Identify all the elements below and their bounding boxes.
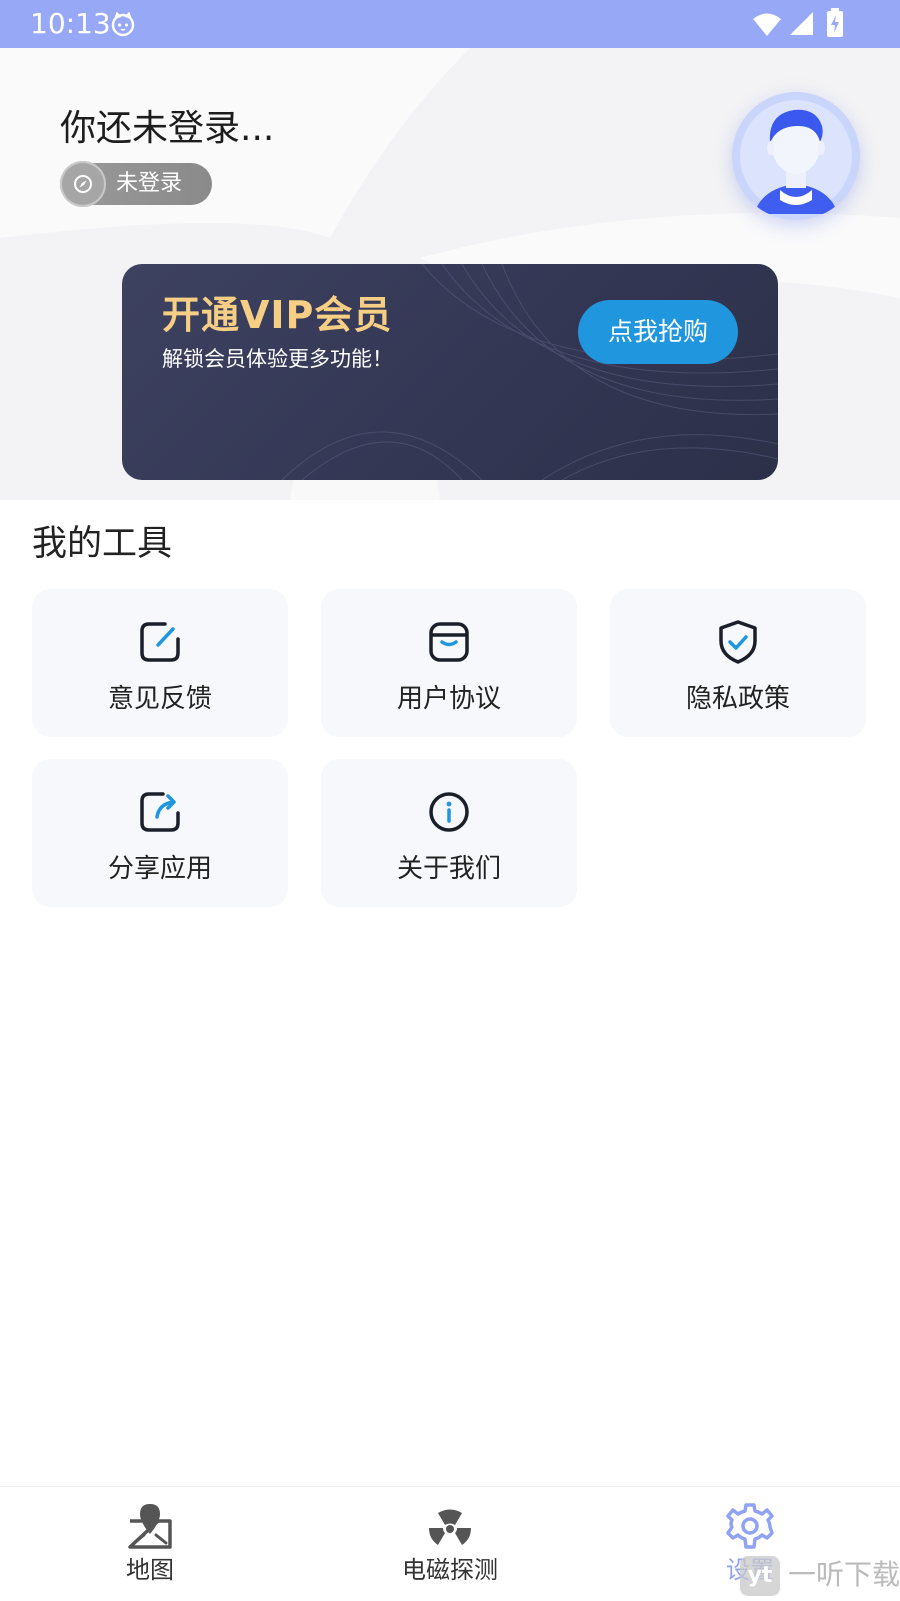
buy-vip-button[interactable]: 点我抢购 <box>578 300 738 364</box>
tool-about-us[interactable]: 关于我们 <box>321 759 577 907</box>
radiation-icon <box>424 1501 476 1553</box>
profile-header: 你还未登录... 未登录 开通VIP会员 解锁会员体验更多功能！ 点我抢购 <box>0 48 900 500</box>
tool-user-agreement[interactable]: 用户协议 <box>321 589 577 737</box>
vip-subtitle: 解锁会员体验更多功能！ <box>162 347 393 371</box>
login-status-badge[interactable]: 未登录 <box>60 161 212 207</box>
battery-charging-icon <box>826 8 844 38</box>
tool-feedback[interactable]: 意见反馈 <box>32 589 288 737</box>
share-icon <box>135 787 185 837</box>
nav-map[interactable]: 地图 <box>0 1487 300 1601</box>
tool-privacy-policy[interactable]: 隐私政策 <box>610 589 866 737</box>
login-prompt-title: 你还未登录... <box>60 108 275 149</box>
nav-label: 电磁探测 <box>402 1556 498 1584</box>
watermark-text: 一听下载 <box>788 1558 900 1591</box>
shield-check-icon <box>713 617 763 667</box>
user-avatar[interactable] <box>732 92 860 220</box>
signal-icon <box>788 10 814 36</box>
nav-em-detection[interactable]: 电磁探测 <box>300 1487 600 1601</box>
settings-gear-icon <box>724 1501 776 1553</box>
wifi-icon <box>752 10 782 38</box>
edit-icon <box>135 617 185 667</box>
status-bar: 10:13 <box>0 0 900 48</box>
compass-icon <box>60 161 106 207</box>
tool-label: 意见反馈 <box>107 684 212 714</box>
tool-label: 隐私政策 <box>685 684 790 714</box>
tool-label: 关于我们 <box>396 854 501 884</box>
cat-notification-icon <box>110 11 136 37</box>
login-status-label: 未登录 <box>116 171 183 196</box>
tool-share-app[interactable]: 分享应用 <box>32 759 288 907</box>
map-icon <box>124 1501 176 1553</box>
nav-label: 地图 <box>126 1556 174 1584</box>
watermark-logo: yt <box>740 1556 780 1596</box>
info-icon <box>424 787 474 837</box>
tool-label: 用户协议 <box>396 684 501 714</box>
status-time: 10:13 <box>30 7 111 40</box>
document-icon <box>424 617 474 667</box>
tools-section-title: 我的工具 <box>32 524 173 564</box>
vip-title: 开通VIP会员 <box>162 293 393 337</box>
watermark: yt 一听下载 <box>740 1550 900 1600</box>
tool-label: 分享应用 <box>107 854 212 884</box>
vip-promo-banner[interactable]: 开通VIP会员 解锁会员体验更多功能！ 点我抢购 <box>122 264 778 480</box>
